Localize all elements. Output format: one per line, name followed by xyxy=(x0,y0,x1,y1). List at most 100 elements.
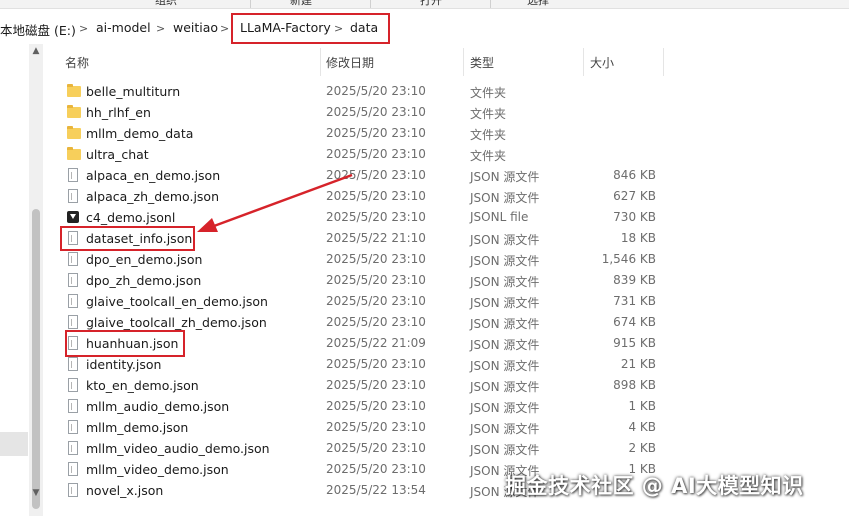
breadcrumb-item-drive[interactable]: 本地磁盘 (E:) xyxy=(0,20,76,39)
file-date: 2025/5/20 23:10 xyxy=(326,168,426,182)
json-file-icon xyxy=(68,441,78,455)
column-header-size[interactable]: 大小 xyxy=(590,54,614,71)
file-size: 2 KB xyxy=(628,441,656,455)
file-row[interactable]: mllm_audio_demo.json 2025/5/20 23:10 JSON … xyxy=(62,396,662,417)
chevron-right-icon[interactable]: > xyxy=(79,22,88,35)
file-date: 2025/5/20 23:10 xyxy=(326,105,426,119)
file-name: hh_rlhf_en xyxy=(86,105,151,120)
file-row[interactable]: belle_multiturn 2025/5/20 23:10 文件夹 xyxy=(62,81,662,102)
scrollbar-thumb[interactable] xyxy=(32,209,40,509)
file-type: JSON 源文件 xyxy=(470,254,540,268)
file-row[interactable]: glaive_toolcall_en_demo.json 2025/5/20 23… xyxy=(62,291,662,312)
file-row[interactable]: ultra_chat 2025/5/20 23:10 文件夹 xyxy=(62,144,662,165)
file-date: 2025/5/20 23:10 xyxy=(326,315,426,329)
file-row[interactable]: hh_rlhf_en 2025/5/20 23:10 文件夹 xyxy=(62,102,662,123)
file-name: c4_demo.jsonl xyxy=(86,210,176,225)
file-type: JSON 源文件 xyxy=(470,233,540,247)
file-name: glaive_toolcall_en_demo.json xyxy=(86,294,268,309)
ribbon-separator xyxy=(250,0,251,8)
column-header-date[interactable]: 修改日期 xyxy=(326,54,374,71)
column-divider[interactable] xyxy=(663,48,664,76)
navigation-pane-selected-item[interactable] xyxy=(0,432,28,456)
file-row[interactable]: mllm_demo.json 2025/5/20 23:10 JSON 源文件 4 K… xyxy=(62,417,662,438)
file-type: 文件夹 xyxy=(470,149,507,163)
file-name: kto_en_demo.json xyxy=(86,378,199,393)
file-date: 2025/5/20 23:10 xyxy=(326,210,426,224)
chevron-right-icon[interactable]: > xyxy=(220,22,229,35)
ribbon-separator xyxy=(490,0,491,8)
file-size: 1 KB xyxy=(628,399,656,413)
breadcrumb[interactable]: 本地磁盘 (E:) > ai-model > weitiao > LLaMA-F… xyxy=(0,13,849,43)
file-name: alpaca_zh_demo.json xyxy=(86,189,220,204)
ribbon-select-button[interactable]: 选择 xyxy=(527,0,549,8)
navigation-scrollbar[interactable]: ▲ ▼ xyxy=(29,44,43,516)
file-type: JSON 源文件 xyxy=(470,275,540,289)
file-name: dpo_zh_demo.json xyxy=(86,273,202,288)
chevron-right-icon[interactable]: > xyxy=(156,22,165,35)
file-date: 2025/5/20 23:10 xyxy=(326,441,426,455)
file-size: 731 KB xyxy=(613,294,656,308)
file-size: 1,546 KB xyxy=(601,252,656,266)
watermark-text: 掘金技术社区 @ AI大模型知识 xyxy=(505,474,804,498)
file-row[interactable]: alpaca_zh_demo.json 2025/5/20 23:10 JSON 源… xyxy=(62,186,662,207)
folder-icon xyxy=(67,84,81,97)
json-file-icon xyxy=(68,462,78,476)
file-name: mllm_demo_data xyxy=(86,126,194,141)
file-date: 2025/5/22 21:09 xyxy=(326,336,426,350)
file-size: 915 KB xyxy=(613,336,656,350)
file-name: mllm_video_audio_demo.json xyxy=(86,441,270,456)
json-file-icon xyxy=(68,357,78,371)
file-type: JSON 源文件 xyxy=(470,359,540,373)
file-name: novel_x.json xyxy=(86,483,164,498)
file-size: 18 KB xyxy=(620,231,656,245)
file-row[interactable]: dpo_en_demo.json 2025/5/20 23:10 JSON 源文件 1… xyxy=(62,249,662,270)
scroll-down-arrow-icon[interactable]: ▼ xyxy=(29,488,43,498)
file-date: 2025/5/20 23:10 xyxy=(326,273,426,287)
ribbon-open-button[interactable]: 打开 xyxy=(420,0,442,8)
ribbon-new-button[interactable]: 新建 xyxy=(290,0,312,8)
file-name: ultra_chat xyxy=(86,147,149,162)
column-divider[interactable] xyxy=(463,48,464,76)
scroll-up-arrow-icon[interactable]: ▲ xyxy=(29,46,43,56)
file-date: 2025/5/20 23:10 xyxy=(326,126,426,140)
ribbon-organize-button[interactable]: 组织 xyxy=(155,0,177,8)
folder-icon xyxy=(67,147,81,160)
file-row[interactable]: mllm_video_audio_demo.json 2025/5/20 23:1… xyxy=(62,438,662,459)
file-type: JSON 源文件 xyxy=(470,170,540,184)
json-file-icon xyxy=(68,399,78,413)
file-name: identity.json xyxy=(86,357,162,372)
file-row[interactable]: kto_en_demo.json 2025/5/20 23:10 JSON 源文件 8… xyxy=(62,375,662,396)
file-name: mllm_demo.json xyxy=(86,420,189,435)
file-row[interactable]: identity.json 2025/5/20 23:10 JSON 源文件 21 K… xyxy=(62,354,662,375)
ribbon-separator xyxy=(370,0,371,8)
column-divider[interactable] xyxy=(320,48,321,76)
file-row[interactable]: c4_demo.jsonl 2025/5/20 23:10 JSONL file 73… xyxy=(62,207,662,228)
column-header-name[interactable]: 名称 xyxy=(65,54,89,71)
annotation-highlight-box xyxy=(60,226,195,251)
file-row[interactable]: dpo_zh_demo.json 2025/5/20 23:10 JSON 源文件 8… xyxy=(62,270,662,291)
file-size: 730 KB xyxy=(613,210,656,224)
jsonl-file-icon xyxy=(67,211,79,223)
file-size: 674 KB xyxy=(613,315,656,329)
file-date: 2025/5/20 23:10 xyxy=(326,189,426,203)
file-type: JSON 源文件 xyxy=(470,317,540,331)
file-date: 2025/5/20 23:10 xyxy=(326,294,426,308)
annotation-highlight-box xyxy=(65,330,185,357)
file-type: JSON 源文件 xyxy=(470,380,540,394)
breadcrumb-item-ai-model[interactable]: ai-model xyxy=(96,20,151,35)
breadcrumb-item-weitiao[interactable]: weitiao xyxy=(173,20,218,35)
file-name: mllm_audio_demo.json xyxy=(86,399,230,414)
file-name: glaive_toolcall_zh_demo.json xyxy=(86,315,267,330)
ribbon-toolbar: 组织 新建 打开 选择 xyxy=(0,0,849,9)
file-row[interactable]: mllm_demo_data 2025/5/20 23:10 文件夹 xyxy=(62,123,662,144)
file-size: 21 KB xyxy=(620,357,656,371)
column-divider[interactable] xyxy=(583,48,584,76)
json-file-icon xyxy=(68,273,78,287)
file-name: alpaca_en_demo.json xyxy=(86,168,221,183)
column-header-type[interactable]: 类型 xyxy=(470,54,494,71)
file-size: 846 KB xyxy=(613,168,656,182)
json-file-icon xyxy=(68,252,78,266)
file-date: 2025/5/22 21:10 xyxy=(326,231,426,245)
file-row[interactable]: alpaca_en_demo.json 2025/5/20 23:10 JSON 源… xyxy=(62,165,662,186)
annotation-highlight-box xyxy=(231,13,390,44)
